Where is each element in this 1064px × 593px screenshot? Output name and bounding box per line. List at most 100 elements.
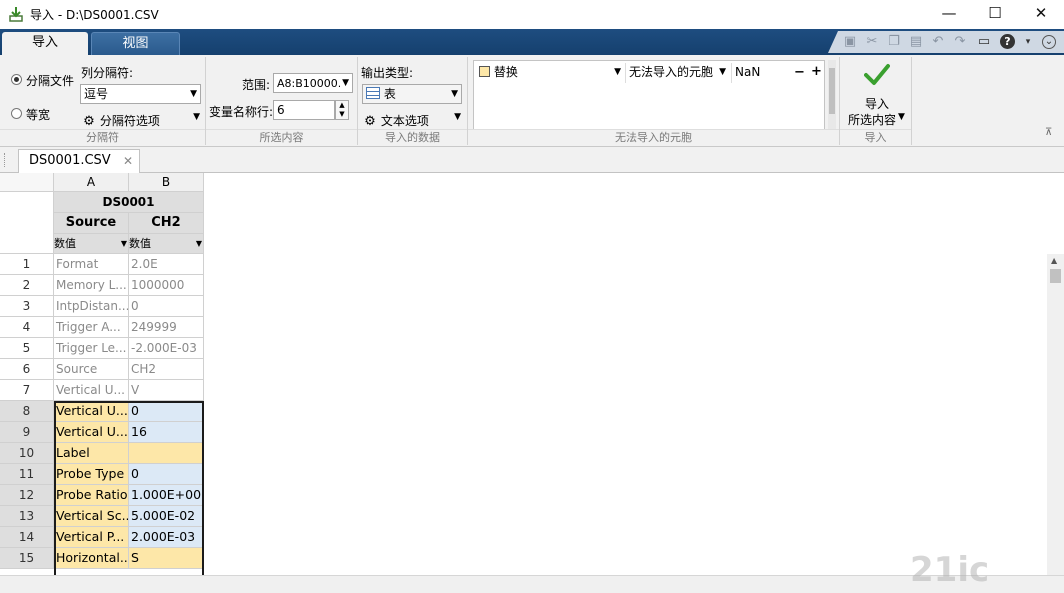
paste-icon[interactable]: ▤ xyxy=(908,34,924,50)
ribbon: 分隔文件 等宽 列分隔符: 逗号 ▼ ⚙ 分隔符选项 ▼ 分隔符 范围: A8:… xyxy=(0,55,1064,147)
copy-icon[interactable]: ❐ xyxy=(886,34,902,50)
variable-type-select[interactable]: 数值 ▼ xyxy=(129,234,204,254)
row-header[interactable]: 2 xyxy=(0,275,54,296)
row-header[interactable]: 4 xyxy=(0,317,54,338)
grid-cell[interactable]: Horizontal... xyxy=(54,548,129,569)
range-input[interactable]: A8:B10000... ▼ xyxy=(273,73,353,93)
grid-cell[interactable]: -2.000E-03 xyxy=(129,338,204,359)
tab-view[interactable]: 视图 xyxy=(91,32,180,55)
variable-type-select[interactable]: 数值 ▼ xyxy=(54,234,129,254)
import-selection-button[interactable]: 导入 所选内容 ▼ xyxy=(840,57,912,127)
redo-icon[interactable]: ↷ xyxy=(952,34,968,50)
grid-cell[interactable]: Memory L... xyxy=(54,275,129,296)
table-icon xyxy=(366,87,380,99)
close-icon[interactable]: ✕ xyxy=(123,150,133,172)
grid-cell[interactable]: Probe Type xyxy=(54,464,129,485)
row-header[interactable]: 1 xyxy=(0,254,54,275)
close-button[interactable]: ✕ xyxy=(1018,0,1064,29)
document-tab[interactable]: DS0001.CSV ✕ xyxy=(18,149,140,173)
variable-names-row-stepper[interactable]: ▲ ▼ xyxy=(335,100,349,120)
text-options-button[interactable]: ⚙ 文本选项 ▼ xyxy=(363,112,463,129)
grid-cell[interactable]: Trigger Le... xyxy=(54,338,129,359)
row-header[interactable]: 10 xyxy=(0,443,54,464)
radio-fixed-width[interactable] xyxy=(11,108,22,119)
title-bar: 导入 - D:\DS0001.CSV — ☐ ✕ xyxy=(0,0,1064,29)
row-header[interactable]: 3 xyxy=(0,296,54,317)
remove-rule-button[interactable]: − xyxy=(794,65,805,80)
grid-cell[interactable]: Vertical U... xyxy=(54,401,129,422)
row-header[interactable]: 6 xyxy=(0,359,54,380)
table-name-cell[interactable]: DS0001 xyxy=(54,192,204,213)
delimiter-group: 分隔文件 等宽 列分隔符: 逗号 ▼ ⚙ 分隔符选项 ▼ 分隔符 xyxy=(0,57,206,145)
variable-name-cell[interactable]: Source xyxy=(54,213,129,234)
grid-cell[interactable]: 5.000E-02 xyxy=(129,506,204,527)
grid-cell[interactable]: Source xyxy=(54,359,129,380)
row-header[interactable]: 5 xyxy=(0,338,54,359)
output-type-select[interactable]: 表 ▼ xyxy=(362,84,462,104)
window-title: 导入 - D:\DS0001.CSV xyxy=(30,8,159,22)
row-header[interactable]: 13 xyxy=(0,506,54,527)
help-dropdown-icon[interactable]: ▾ xyxy=(1020,34,1036,50)
scroll-thumb[interactable] xyxy=(1050,269,1061,283)
delimiter-options-button[interactable]: ⚙ 分隔符选项 ▼ xyxy=(82,112,202,129)
rule-list-scrollbar[interactable] xyxy=(828,60,836,130)
maximize-button[interactable]: ☐ xyxy=(972,0,1018,29)
variable-name-cell[interactable]: CH2 xyxy=(129,213,204,234)
delimiter-value: 逗号 xyxy=(84,87,109,101)
replacement-value-input[interactable]: NaN xyxy=(731,63,789,83)
chevron-down-icon: ▼ xyxy=(451,89,458,99)
grid-cell[interactable]: 249999 xyxy=(129,317,204,338)
column-header-a[interactable]: A xyxy=(54,173,129,192)
grid-cell[interactable]: V xyxy=(129,380,204,401)
row-header[interactable]: 11 xyxy=(0,464,54,485)
rule-cell-type-select[interactable]: 无法导入的元胞 ▼ xyxy=(625,63,729,83)
grid-cell[interactable]: CH2 xyxy=(129,359,204,380)
grid-cell[interactable]: Format xyxy=(54,254,129,275)
rule-action-select[interactable]: 替换 ▼ xyxy=(476,63,624,83)
grid-cell[interactable]: 1000000 xyxy=(129,275,204,296)
grid-cell[interactable]: Probe Ratio xyxy=(54,485,129,506)
output-type-value: 表 xyxy=(383,87,396,101)
chevron-down-icon: ▼ xyxy=(195,239,202,248)
vertical-scrollbar[interactable]: ▲ xyxy=(1047,254,1064,575)
grid-cell[interactable]: 2.0E xyxy=(129,254,204,275)
row-header[interactable]: 14 xyxy=(0,527,54,548)
help-icon[interactable]: ? xyxy=(1000,34,1015,49)
grid-cell[interactable]: 1.000E+00 xyxy=(129,485,204,506)
row-header[interactable]: 9 xyxy=(0,422,54,443)
row-header[interactable]: 8 xyxy=(0,401,54,422)
row-header[interactable]: 12 xyxy=(0,485,54,506)
collapse-toolstrip-icon[interactable]: ⊼ xyxy=(1045,127,1052,138)
grid-cell[interactable]: S xyxy=(129,548,204,569)
grid-cell[interactable]: 0 xyxy=(129,296,204,317)
grid-cell[interactable]: Vertical U... xyxy=(54,422,129,443)
variable-names-row-input[interactable]: 6 xyxy=(273,100,335,120)
scroll-up-icon[interactable]: ▲ xyxy=(1051,256,1057,265)
column-header-b[interactable]: B xyxy=(129,173,204,192)
row-header[interactable]: 15 xyxy=(0,548,54,569)
minimize-button[interactable]: — xyxy=(926,0,972,29)
grid-cell[interactable]: Trigger A... xyxy=(54,317,129,338)
grid-cell[interactable]: Vertical Sc... xyxy=(54,506,129,527)
grid-cell[interactable]: 0 xyxy=(129,464,204,485)
grid-cell[interactable] xyxy=(129,443,204,464)
delimiter-select[interactable]: 逗号 ▼ xyxy=(80,84,201,104)
row-header[interactable]: 7 xyxy=(0,380,54,401)
grid-cell[interactable]: IntpDistan... xyxy=(54,296,129,317)
save-icon[interactable]: ▣ xyxy=(842,34,858,50)
grid-cell[interactable]: 2.000E-03 xyxy=(129,527,204,548)
grid-cell[interactable]: Vertical P... xyxy=(54,527,129,548)
selection-group-label: 所选内容 xyxy=(206,129,357,145)
undo-icon[interactable]: ↶ xyxy=(930,34,946,50)
grid-cell[interactable]: Vertical U... xyxy=(54,380,129,401)
add-rule-button[interactable]: + xyxy=(811,64,822,79)
radio-delimited[interactable] xyxy=(11,74,22,85)
grid-cell[interactable]: 16 xyxy=(129,422,204,443)
tab-import[interactable]: 导入 xyxy=(2,32,88,55)
collapse-ribbon-icon[interactable]: ⌄ xyxy=(1042,35,1056,49)
switch-windows-icon[interactable]: ▭ xyxy=(976,34,992,50)
grid-cell[interactable]: 0 xyxy=(129,401,204,422)
cut-icon[interactable]: ✂ xyxy=(864,34,880,50)
grid-cell[interactable]: Label xyxy=(54,443,129,464)
corner-cell[interactable] xyxy=(0,173,54,192)
